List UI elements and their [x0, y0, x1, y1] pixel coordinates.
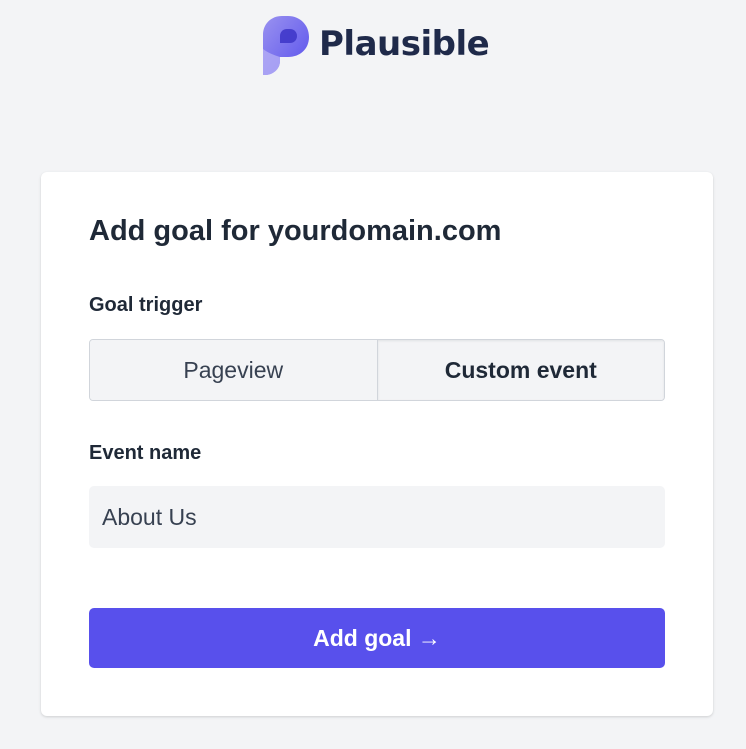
pageview-option[interactable]: Pageview: [90, 340, 377, 400]
event-name-input[interactable]: [89, 486, 665, 548]
add-goal-card: Add goal for yourdomain.com Goal trigger…: [41, 172, 713, 716]
plausible-logo-icon: [263, 16, 309, 75]
add-goal-button[interactable]: Add goal →: [89, 608, 665, 668]
page: Plausible Add goal for yourdomain.com Go…: [0, 0, 746, 749]
goal-trigger-toggle: Pageview Custom event: [89, 339, 665, 401]
brand-name: Plausible: [319, 24, 490, 64]
goal-trigger-label: Goal trigger: [89, 294, 203, 316]
plausible-logo[interactable]: Plausible: [262, 15, 490, 77]
event-name-label: Event name: [89, 442, 202, 464]
custom-event-option[interactable]: Custom event: [376, 340, 664, 400]
page-title: Add goal for yourdomain.com: [89, 215, 502, 247]
